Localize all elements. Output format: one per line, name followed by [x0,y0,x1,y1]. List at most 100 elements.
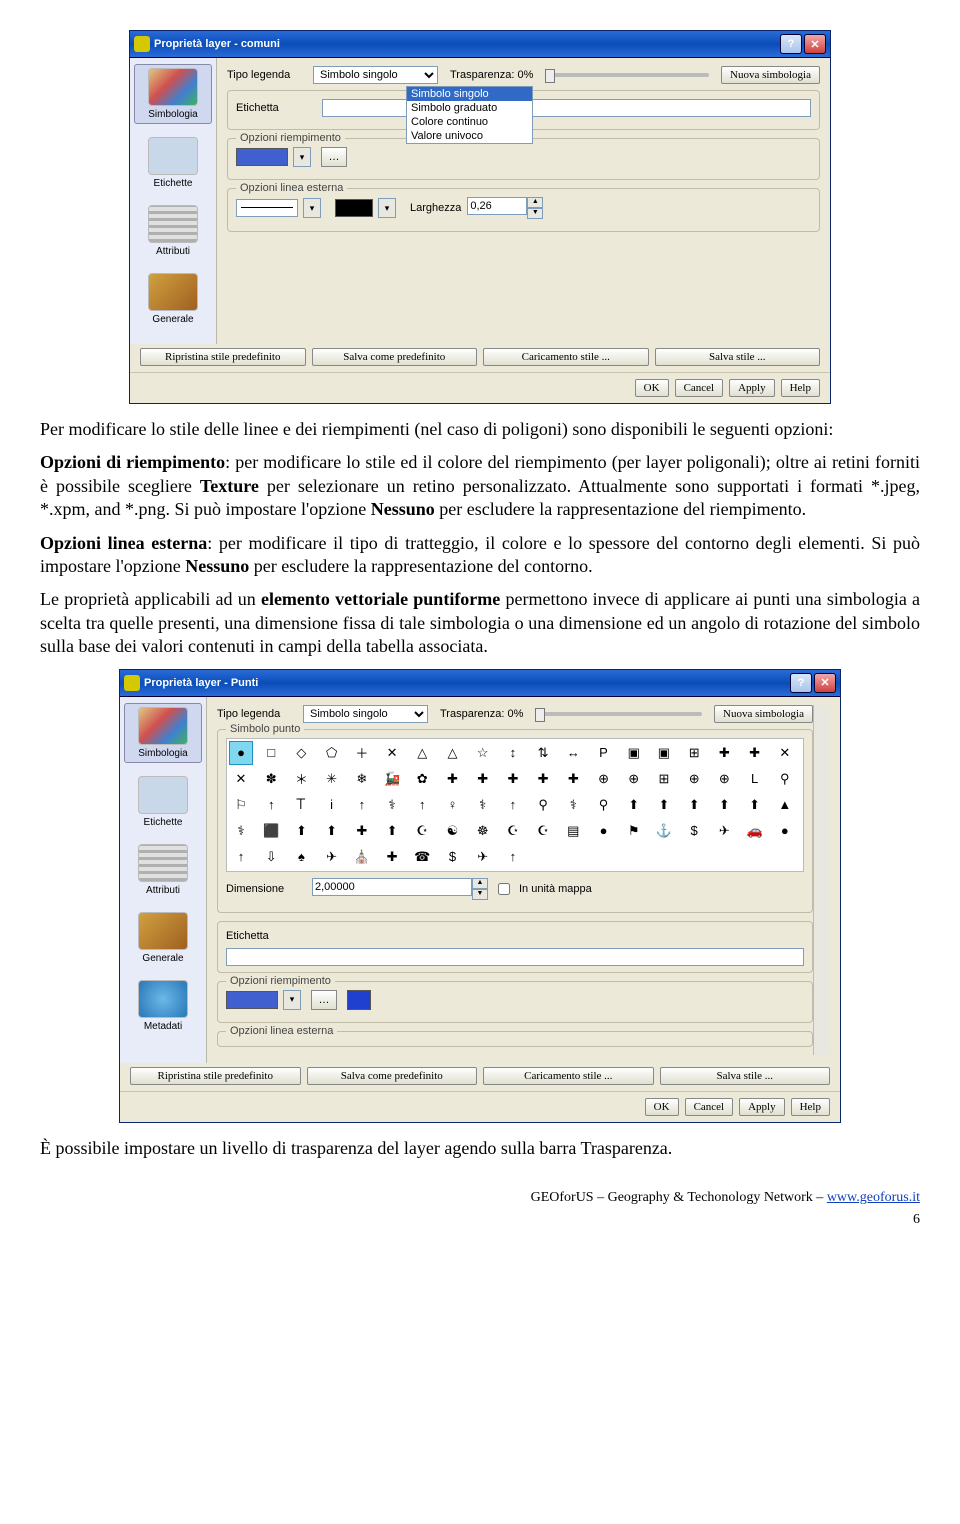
symbol-cell[interactable]: ✚ [743,741,767,765]
symbol-cell[interactable]: ⬆ [320,819,344,843]
symbol-cell[interactable]: ☪ [410,819,434,843]
etichetta-input[interactable] [226,948,804,966]
fill-browse-button[interactable]: … [311,990,337,1010]
option-simbolo-singolo[interactable]: Simbolo singolo [407,87,532,101]
symbol-cell[interactable]: ✈ [320,845,344,869]
legend-type-select[interactable]: Simbolo singolo [303,705,428,723]
symbol-cell[interactable]: ✳ [320,767,344,791]
symbol-cell[interactable]: ↑ [350,793,374,817]
titlebar[interactable]: Proprietà layer - comuni ? ✕ [130,31,830,58]
symbol-cell[interactable]: ⊕ [622,767,646,791]
symbol-cell[interactable]: ✚ [380,845,404,869]
symbol-cell[interactable]: ⚑ [622,819,646,843]
symbol-cell[interactable]: ☸ [471,819,495,843]
symbol-cell[interactable]: ⚕ [471,793,495,817]
help-button[interactable]: ? [780,34,802,54]
sidebar-item-generale[interactable]: Generale [134,270,212,328]
line-style-dropdown[interactable]: ▾ [303,198,321,218]
symbol-cell[interactable]: ✕ [380,741,404,765]
symbol-cell[interactable]: ⚲ [773,767,797,791]
vertical-scrollbar[interactable] [813,705,830,1055]
salva-predef-button[interactable]: Salva come predefinito [307,1067,478,1085]
fill-browse-button[interactable]: … [321,147,347,167]
symbol-cell[interactable]: ⬆ [289,819,313,843]
spin-down[interactable]: ▼ [472,889,488,900]
help-button[interactable]: ? [790,673,812,693]
symbol-cell[interactable]: P [592,741,616,765]
symbol-cell[interactable]: ⊞ [652,767,676,791]
apply-button[interactable]: Apply [729,379,775,397]
etichetta-input[interactable] [322,99,811,117]
unita-mappa-checkbox[interactable] [498,883,510,895]
help-button[interactable]: Help [791,1098,830,1116]
symbol-cell[interactable]: ✚ [561,767,585,791]
symbol-cell[interactable]: ▤ [561,819,585,843]
apply-button[interactable]: Apply [739,1098,785,1116]
symbol-cell[interactable]: ✈ [712,819,736,843]
symbol-cell[interactable]: i [320,793,344,817]
symbol-cell[interactable]: ⊕ [592,767,616,791]
symbol-cell[interactable]: ✚ [440,767,464,791]
symbol-cell[interactable]: ⊕ [682,767,706,791]
spin-down[interactable]: ▼ [527,208,543,219]
symbol-cell[interactable]: □ [259,741,283,765]
symbol-cell[interactable]: ＋ [350,741,374,765]
symbol-cell[interactable]: ☪ [501,819,525,843]
symbol-cell[interactable]: ☎ [410,845,434,869]
symbol-cell[interactable]: ⚲ [531,793,555,817]
fill-color-swatch[interactable] [226,991,278,1009]
sidebar-item-generale[interactable]: Generale [124,909,202,967]
sidebar-item-etichette[interactable]: Etichette [124,773,202,831]
symbol-cell[interactable]: ✚ [531,767,555,791]
sidebar-item-simbologia[interactable]: Simbologia [124,703,202,763]
cancel-button[interactable]: Cancel [685,1098,734,1116]
larghezza-input[interactable] [467,197,527,215]
symbol-cell[interactable]: ✿ [410,767,434,791]
symbol-cell[interactable]: ✕ [229,767,253,791]
symbol-cell[interactable]: ⬛ [259,819,283,843]
sidebar-item-etichette[interactable]: Etichette [134,134,212,192]
symbol-cell[interactable]: ↑ [229,845,253,869]
salva-stile-button[interactable]: Salva stile ... [655,348,821,366]
symbol-cell[interactable]: ▣ [622,741,646,765]
symbol-cell[interactable]: ◇ [289,741,313,765]
symbol-cell[interactable]: ☆ [471,741,495,765]
symbol-cell[interactable]: ⇩ [259,845,283,869]
symbol-cell[interactable]: ⚕ [229,819,253,843]
fill-color-swatch[interactable] [236,148,288,166]
symbol-cell[interactable]: 𐊗 [289,793,313,817]
symbol-cell[interactable]: ▣ [652,741,676,765]
nuova-simbologia-button[interactable]: Nuova simbologia [714,705,813,723]
ok-button[interactable]: OK [635,379,669,397]
fill-style-dropdown[interactable]: ▾ [293,147,311,167]
symbol-cell[interactable]: ⚕ [380,793,404,817]
option-simbolo-graduato[interactable]: Simbolo graduato [407,101,532,115]
ok-button[interactable]: OK [645,1098,679,1116]
sidebar-item-attributi[interactable]: Attributi [134,202,212,260]
symbol-cell[interactable]: ⬆ [712,793,736,817]
legend-type-dropdown[interactable]: Simbolo singolo Simbolo graduato Colore … [406,86,533,144]
symbol-cell[interactable]: ＊ [289,767,313,791]
transparency-slider[interactable] [545,73,709,77]
caricamento-button[interactable]: Caricamento stile ... [483,1067,654,1085]
symbol-cell[interactable]: ⬆ [622,793,646,817]
salva-stile-button[interactable]: Salva stile ... [660,1067,831,1085]
fill-color-box[interactable] [347,990,371,1010]
symbol-cell[interactable]: $ [682,819,706,843]
symbol-cell[interactable]: $ [440,845,464,869]
symbol-cell[interactable]: ✚ [501,767,525,791]
symbol-cell[interactable]: ✚ [712,741,736,765]
symbol-cell[interactable]: ↑ [501,845,525,869]
symbol-cell[interactable]: ▲ [773,793,797,817]
spin-up[interactable]: ▲ [472,878,488,889]
symbol-cell[interactable]: ↑ [259,793,283,817]
salva-predef-button[interactable]: Salva come predefinito [312,348,478,366]
symbol-cell[interactable]: ♠ [289,845,313,869]
close-button[interactable]: ✕ [804,34,826,54]
symbol-cell[interactable]: ↕ [501,741,525,765]
footer-link[interactable]: www.geoforus.it [827,1190,920,1205]
symbol-cell[interactable]: △ [410,741,434,765]
symbol-cell[interactable]: ☪ [531,819,555,843]
cancel-button[interactable]: Cancel [675,379,724,397]
nuova-simbologia-button[interactable]: Nuova simbologia [721,66,820,84]
